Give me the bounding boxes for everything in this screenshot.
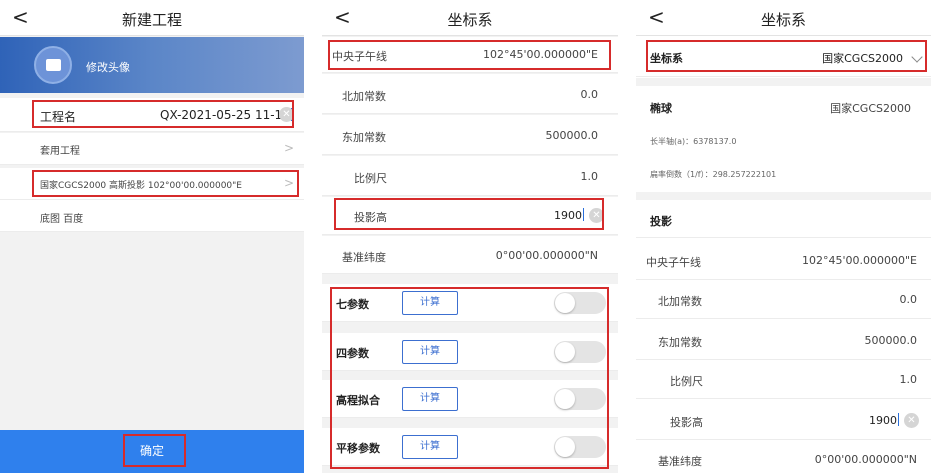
central-meridian-row[interactable]: 中央子午线 102°45'00.000000"E [636,240,931,280]
base-latitude-value: 0°00'00.000000"N [814,453,917,466]
projection-height-row[interactable]: 投影高 1900 ✕ [636,400,931,440]
header-bar: < 坐标系 [636,0,931,36]
base-latitude-row[interactable]: 基准纬度 0°00'00.000000"N [322,236,618,274]
projection-header-row: 投影 [636,200,931,238]
projection-height-label: 投影高 [670,416,703,429]
north-constant-value: 0.0 [580,88,599,101]
projection-label: 投影 [650,215,672,228]
inverse-flattening-text: 扁率倒数（1/f）：298.257222101 [650,170,777,179]
scale-value: 1.0 [899,373,918,386]
semi-major-axis-text: 长半轴(a)：6378137.0 [650,137,737,146]
flattening-row: 扁率倒数（1/f）：298.257222101 [636,158,931,192]
page-title: 坐标系 [447,11,493,29]
template-project-row[interactable]: 套用工程 > [0,133,304,165]
header-bar: < 坐标系 [322,0,618,36]
page-title: 新建工程 [121,11,182,29]
highlight-coordinate-system [32,170,299,197]
highlight-projection-height [334,198,604,230]
north-constant-value: 0.0 [899,293,918,306]
highlight-coordinate-system-select [646,40,927,72]
highlight-central-meridian [328,40,611,70]
avatar-banner[interactable]: 修改头像 [0,37,304,93]
highlight-project-name [32,100,294,128]
east-constant-label: 东加常数 [658,336,702,349]
ellipsoid-label: 椭球 [650,102,672,115]
base-latitude-label: 基准纬度 [658,455,702,468]
east-constant-value: 500000.0 [864,334,918,347]
basemap-row[interactable]: 底图 百度 [0,200,304,232]
chevron-right-icon: > [283,141,294,155]
projection-height-value: 1900 [869,414,897,427]
north-constant-label: 北加常数 [342,90,386,103]
north-constant-row[interactable]: 北加常数 0.0 [636,281,931,319]
coordinate-system-detail-screen: < 坐标系 坐标系 国家CGCS2000 椭球 国家CGCS2000 长半轴(a… [636,0,931,473]
base-latitude-label: 基准纬度 [342,251,386,264]
projection-height-input[interactable]: 1900 [869,413,899,427]
template-project-label: 套用工程 [40,146,80,157]
east-constant-row[interactable]: 东加常数 500000.0 [636,320,931,360]
ellipsoid-value: 国家CGCS2000 [830,102,911,115]
page-title: 坐标系 [760,11,806,29]
avatar-icon [34,46,72,84]
central-meridian-label: 中央子午线 [646,256,701,269]
east-constant-label: 东加常数 [342,131,386,144]
scale-value: 1.0 [580,170,599,183]
scale-label: 比例尺 [670,375,703,388]
scale-label: 比例尺 [354,172,387,185]
highlight-parameters [330,287,609,469]
avatar-label: 修改头像 [86,61,130,74]
basemap-label: 底图 百度 [40,214,84,225]
north-constant-row[interactable]: 北加常数 0.0 [322,74,618,114]
east-constant-value: 500000.0 [545,129,599,142]
central-meridian-value: 102°45'00.000000"E [801,254,917,267]
new-project-screen: < 新建工程 修改头像 工程名 QX-2021-05-25 11-15 ✕ 套用… [0,0,304,473]
coordinate-system-screen: < 坐标系 中央子午线 102°45'00.000000"E 北加常数 0.0 … [322,0,618,473]
scale-row[interactable]: 比例尺 1.0 [322,156,618,196]
east-constant-row[interactable]: 东加常数 500000.0 [322,115,618,155]
semi-major-row: 长半轴(a)：6378137.0 [636,124,931,158]
clear-icon[interactable]: ✕ [904,413,919,428]
header-bar: < 新建工程 [0,0,304,36]
north-constant-label: 北加常数 [658,295,702,308]
base-latitude-row[interactable]: 基准纬度 0°00'00.000000"N [636,441,931,473]
ellipsoid-row: 椭球 国家CGCS2000 [636,86,931,124]
highlight-confirm [123,434,186,467]
base-latitude-value: 0°00'00.000000"N [495,249,598,262]
scale-row[interactable]: 比例尺 1.0 [636,361,931,399]
